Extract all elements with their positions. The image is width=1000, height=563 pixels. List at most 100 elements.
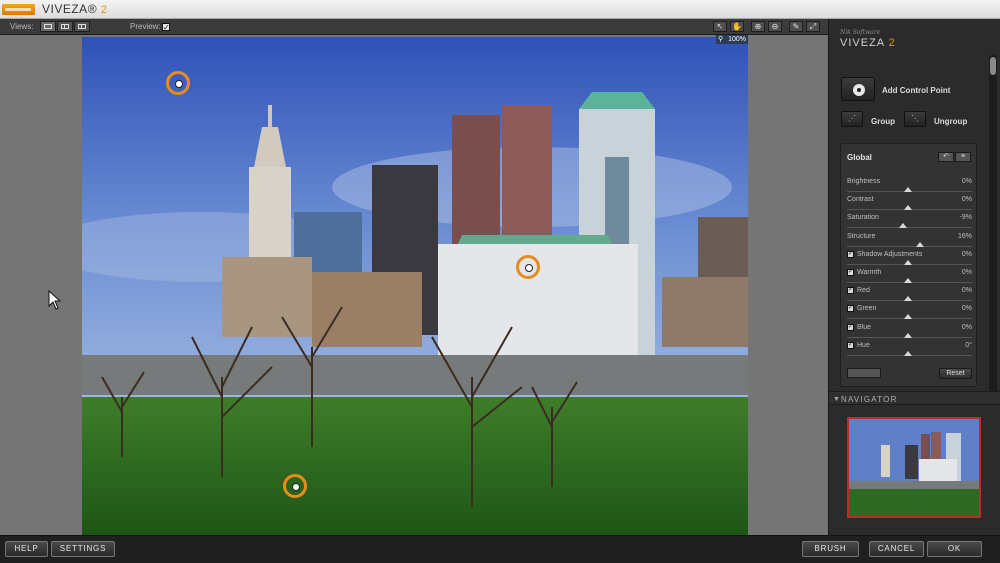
view-toolbar: Views: Preview: ✓ ↖ ✋ ⊕ ⊖ ✎ ⤢ xyxy=(0,19,828,35)
preview-checkbox[interactable]: ✓ xyxy=(162,23,170,32)
slider-handle[interactable] xyxy=(904,296,913,302)
slider-label: Warmth xyxy=(857,269,882,276)
slider-track[interactable] xyxy=(847,227,972,229)
enable-checkbox[interactable]: ✓ xyxy=(847,323,854,331)
brand-name: VIVEZA xyxy=(840,37,885,49)
settings-button[interactable]: SETTINGS xyxy=(51,541,115,557)
slider-handle[interactable] xyxy=(899,223,908,229)
slider-label: Saturation xyxy=(847,214,879,222)
navigator-thumbnail[interactable] xyxy=(847,417,981,518)
slider-label: Red xyxy=(857,287,870,295)
navigator-preview-image xyxy=(849,419,979,516)
enable-checkbox[interactable]: ✓ xyxy=(847,341,854,349)
app-logo-icon xyxy=(2,4,35,15)
group-button[interactable]: ⋰ xyxy=(841,111,863,127)
slider-row-red: ✓ Red 0% xyxy=(847,287,972,305)
pointer-tool-icon[interactable]: ↖ xyxy=(713,21,727,32)
split-view-button[interactable] xyxy=(57,21,73,32)
slider-value: 0% xyxy=(961,250,972,258)
slider-label: Shadow Adjustments xyxy=(857,250,923,258)
brush-button[interactable]: BRUSH xyxy=(802,541,859,557)
control-point-icon[interactable] xyxy=(516,255,540,279)
side-by-side-view-button[interactable] xyxy=(74,21,90,32)
slider-handle[interactable] xyxy=(904,278,913,283)
arrow-cursor-icon xyxy=(48,290,62,310)
ungroup-label: Ungroup xyxy=(934,117,968,126)
slider-value: 0% xyxy=(961,305,972,313)
global-undo-icon[interactable]: ↶ xyxy=(938,152,954,162)
slider-label: Structure xyxy=(847,232,876,240)
preview-label: Preview: xyxy=(130,22,161,31)
slider-value: 0% xyxy=(961,287,972,295)
fit-screen-icon[interactable]: ⤢ xyxy=(806,21,820,32)
enable-checkbox[interactable]: ✓ xyxy=(847,287,854,295)
slider-row-shadow-adjustments: ✓ Shadow Adjustments 0% xyxy=(847,250,972,269)
adjustment-panel: Nik Software VIVEZA 2 Add Control Point … xyxy=(828,19,1000,535)
enable-checkbox[interactable]: ✓ xyxy=(847,250,854,258)
slider-value: 0° xyxy=(965,341,972,349)
slider-handle[interactable] xyxy=(904,332,913,338)
slider-handle[interactable] xyxy=(915,241,924,247)
views-label: Views: xyxy=(10,22,34,31)
slider-label: Contrast xyxy=(847,196,874,204)
navigator-label: NAVIGATOR xyxy=(841,395,898,404)
previous-next-buttons[interactable] xyxy=(847,368,881,378)
slider-row-brightness: Brightness 0% xyxy=(847,178,972,196)
help-button[interactable]: HELP xyxy=(5,541,48,557)
collapse-triangle-icon: ▼ xyxy=(833,396,840,403)
bottom-bar: HELP SETTINGS BRUSH CANCEL OK xyxy=(0,535,1000,563)
brand-title: VIVEZA 2 xyxy=(840,37,896,49)
app-version: 2 xyxy=(100,4,108,16)
panel-scrollbar[interactable] xyxy=(989,55,997,405)
slider-handle[interactable] xyxy=(904,259,913,265)
slider-value: 0% xyxy=(961,323,972,331)
eyedropper-icon[interactable]: ✎ xyxy=(789,21,803,32)
slider-track[interactable] xyxy=(847,245,972,247)
enable-checkbox[interactable]: ✓ xyxy=(847,269,854,276)
add-control-point-label: Add Control Point xyxy=(882,86,951,95)
global-title: Global xyxy=(847,153,872,162)
app-title: VIVEZA® 2 xyxy=(42,2,108,16)
slider-label: Hue xyxy=(857,341,870,349)
magnifier-icon: ⚲ xyxy=(718,36,724,43)
reset-button[interactable]: Reset xyxy=(939,368,972,379)
slider-label: Blue xyxy=(857,323,872,331)
add-control-point-button[interactable] xyxy=(841,77,875,101)
slider-label: Green xyxy=(857,305,877,313)
control-point-icon[interactable] xyxy=(283,474,307,498)
hand-tool-icon[interactable]: ✋ xyxy=(730,21,744,32)
single-view-button[interactable] xyxy=(40,21,56,32)
slider-row-green: ✓ Green 0% xyxy=(847,305,972,323)
ungroup-button[interactable]: ⋱ xyxy=(904,111,926,127)
cancel-button[interactable]: CANCEL xyxy=(869,541,924,557)
slider-label: Brightness xyxy=(847,178,881,185)
slider-handle[interactable] xyxy=(904,350,913,356)
slider-handle[interactable] xyxy=(904,314,913,320)
zoom-out-icon[interactable]: ⊖ xyxy=(768,21,782,32)
slider-row-saturation: Saturation -9% xyxy=(847,214,972,232)
slider-row-blue: ✓ Blue 0% xyxy=(847,323,972,342)
ok-button[interactable]: OK xyxy=(927,541,982,557)
version-mark: ® xyxy=(87,2,98,16)
app-name: VIVEZA xyxy=(42,2,88,16)
group-label: Group xyxy=(871,117,895,126)
navigator-header[interactable]: ▼ NAVIGATOR xyxy=(829,391,1000,405)
title-bar: VIVEZA® 2 xyxy=(0,0,1000,19)
zoom-indicator: ⚲ 100% xyxy=(716,35,748,44)
slider-handle[interactable] xyxy=(904,205,913,211)
enable-checkbox[interactable]: ✓ xyxy=(847,305,854,313)
slider-value: 0% xyxy=(961,178,972,185)
brand-company: Nik Software xyxy=(840,29,881,36)
slider-value: 0% xyxy=(961,269,972,276)
slider-handle[interactable] xyxy=(904,187,913,192)
preview-image[interactable] xyxy=(82,37,748,535)
slider-row-warmth: ✓ Warmth 0% xyxy=(847,269,972,287)
control-point-icon[interactable] xyxy=(166,71,190,95)
slider-row-structure: Structure 16% xyxy=(847,233,972,251)
scrollbar-thumb[interactable] xyxy=(990,57,996,75)
slider-value: 16% xyxy=(957,232,972,240)
zoom-in-icon[interactable]: ⊕ xyxy=(751,21,765,32)
global-menu-icon[interactable]: ≡ xyxy=(955,152,971,162)
cityscape-photo xyxy=(82,37,748,535)
brand-version: 2 xyxy=(888,37,896,49)
